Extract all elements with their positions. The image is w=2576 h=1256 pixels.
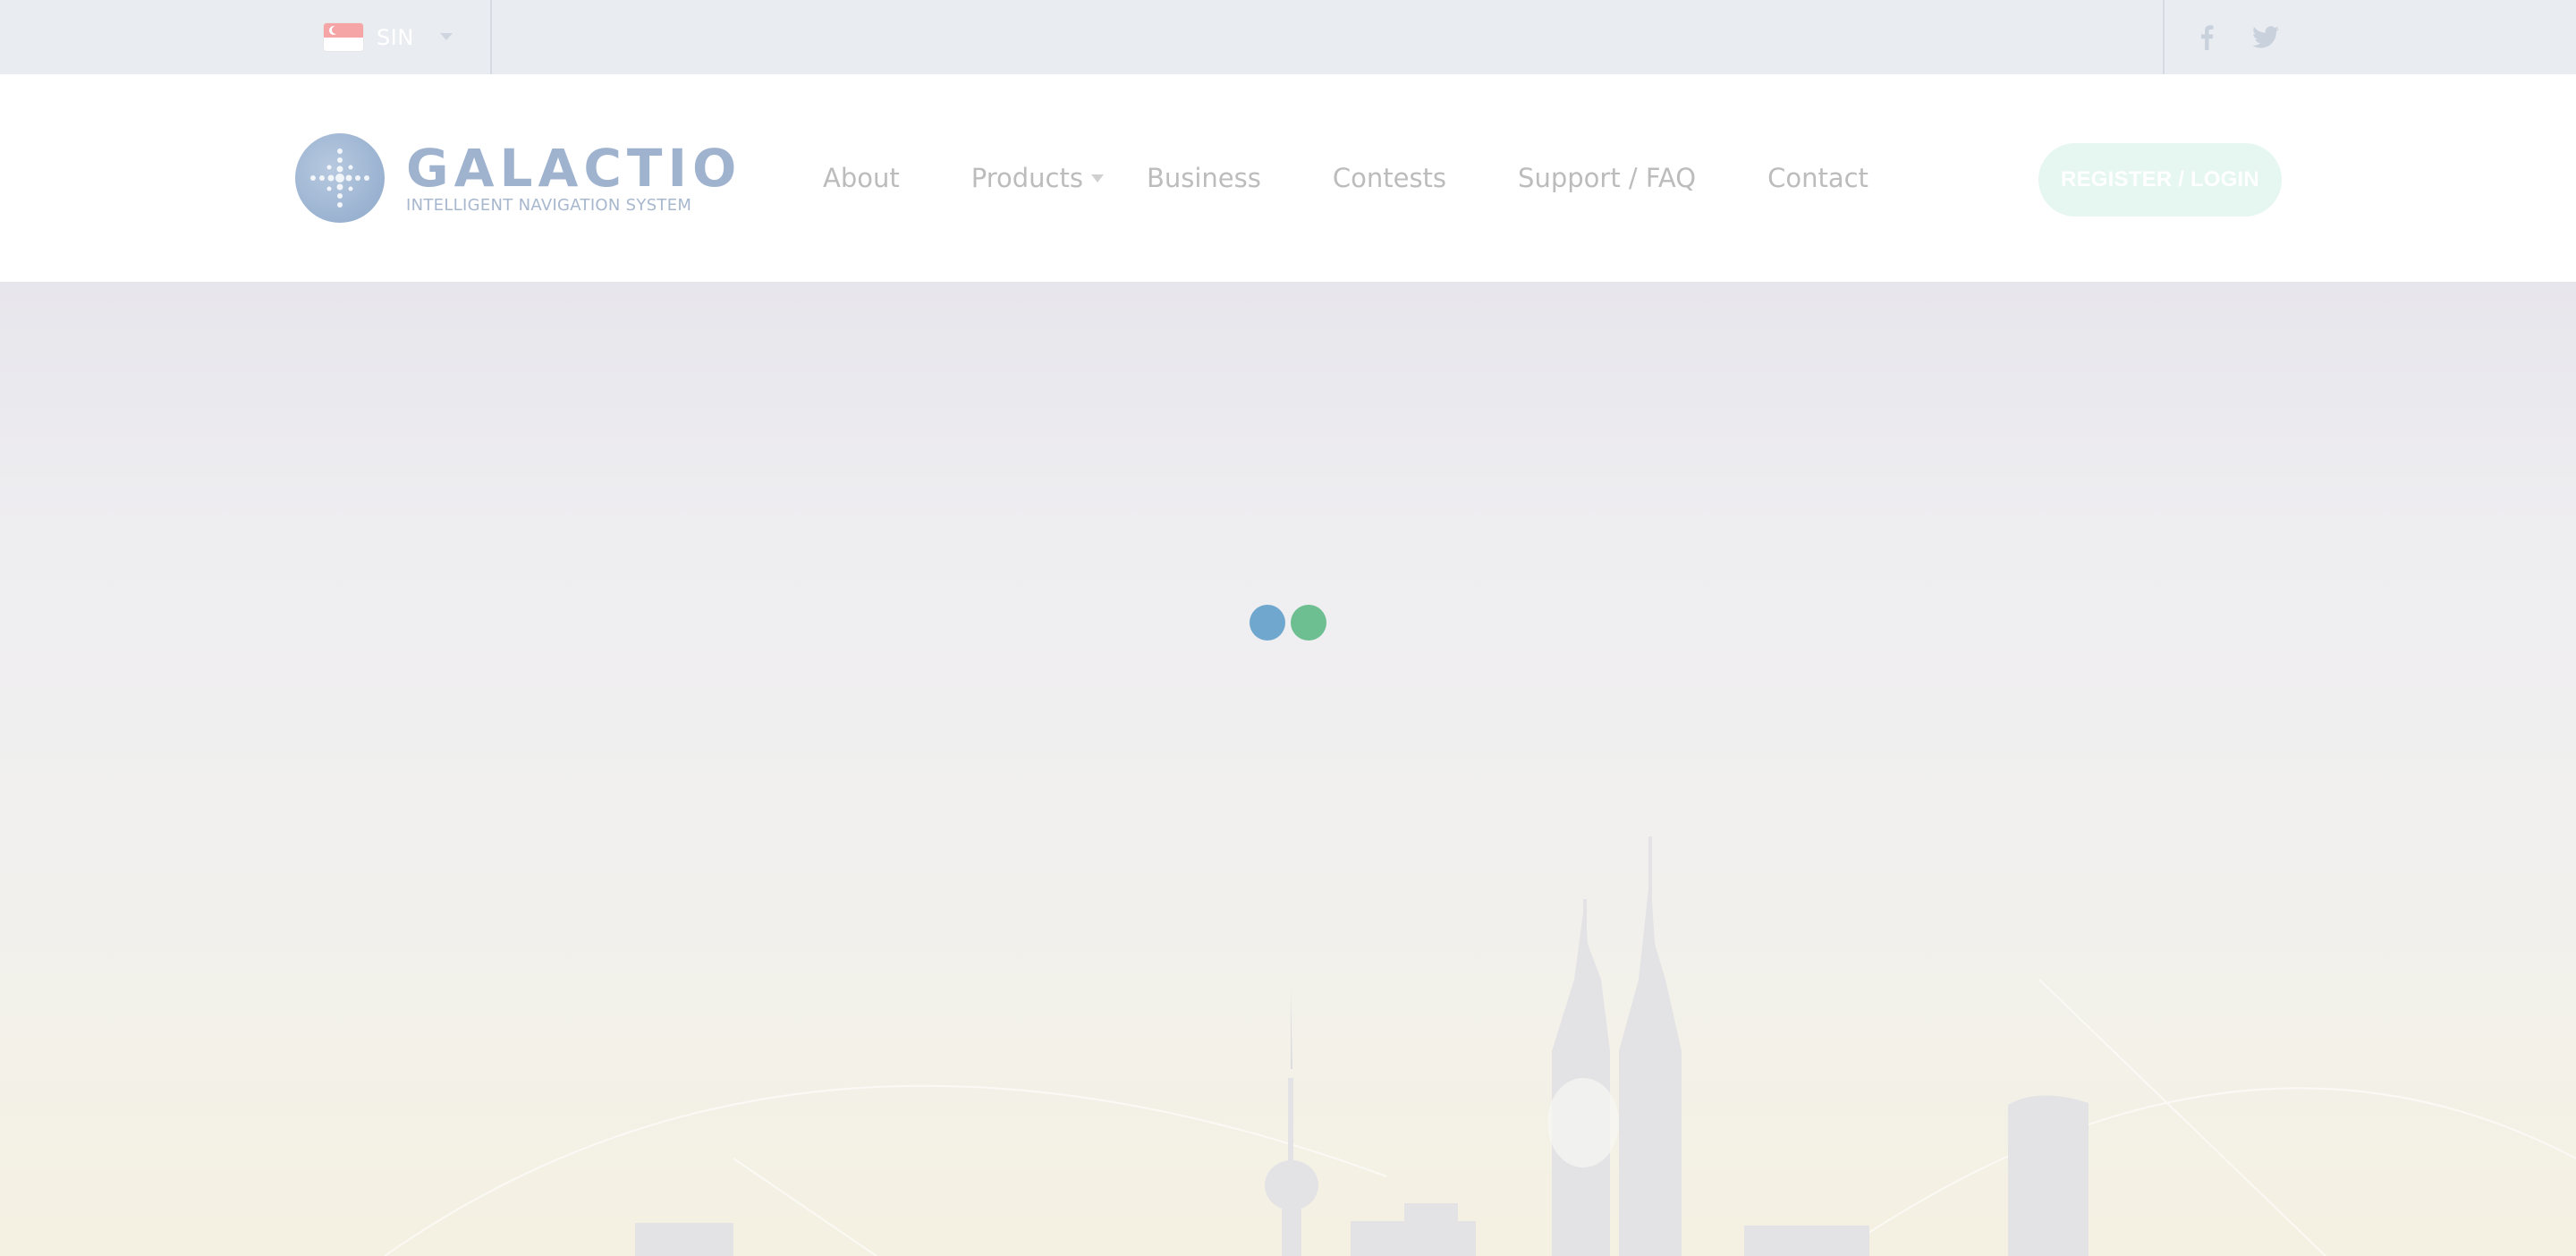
main-nav: About Products Business Contests Support… — [823, 74, 1868, 282]
top-bar: SIN — [0, 0, 2576, 74]
singapore-flag-icon — [324, 23, 363, 51]
loader-dot-green — [1291, 605, 1326, 641]
galactio-logo[interactable]: GALACTIO INTELLIGENT NAVIGATION SYSTEM — [295, 132, 736, 225]
city-skyline-image — [384, 836, 2576, 1256]
nav-item-contests[interactable]: Contests — [1333, 163, 1446, 193]
locale-label: SIN — [377, 24, 414, 50]
locale-selector[interactable]: SIN — [324, 0, 492, 74]
nav-item-products[interactable]: Products — [971, 163, 1104, 193]
chevron-down-icon — [440, 33, 453, 40]
logo-globe-icon — [295, 133, 385, 223]
nav-item-contact[interactable]: Contact — [1767, 163, 1868, 193]
logo-title: GALACTIO — [406, 137, 742, 199]
nav-item-support-faq[interactable]: Support / FAQ — [1518, 163, 1696, 193]
loader-dot-blue — [1250, 605, 1285, 641]
site-header: GALACTIO INTELLIGENT NAVIGATION SYSTEM A… — [0, 74, 2576, 282]
register-login-button[interactable]: REGISTER / LOGIN — [2038, 143, 2282, 216]
hero-section — [0, 282, 2576, 1256]
nav-item-about[interactable]: About — [823, 163, 900, 193]
logo-subtitle: INTELLIGENT NAVIGATION SYSTEM — [406, 195, 692, 215]
caret-down-icon — [1090, 174, 1104, 182]
twitter-icon[interactable] — [2252, 24, 2279, 51]
facebook-icon[interactable] — [2193, 24, 2220, 51]
nav-item-business[interactable]: Business — [1147, 163, 1261, 193]
social-links — [2163, 0, 2279, 74]
nav-item-products-label: Products — [970, 163, 1083, 193]
loading-spinner — [1250, 605, 1326, 642]
